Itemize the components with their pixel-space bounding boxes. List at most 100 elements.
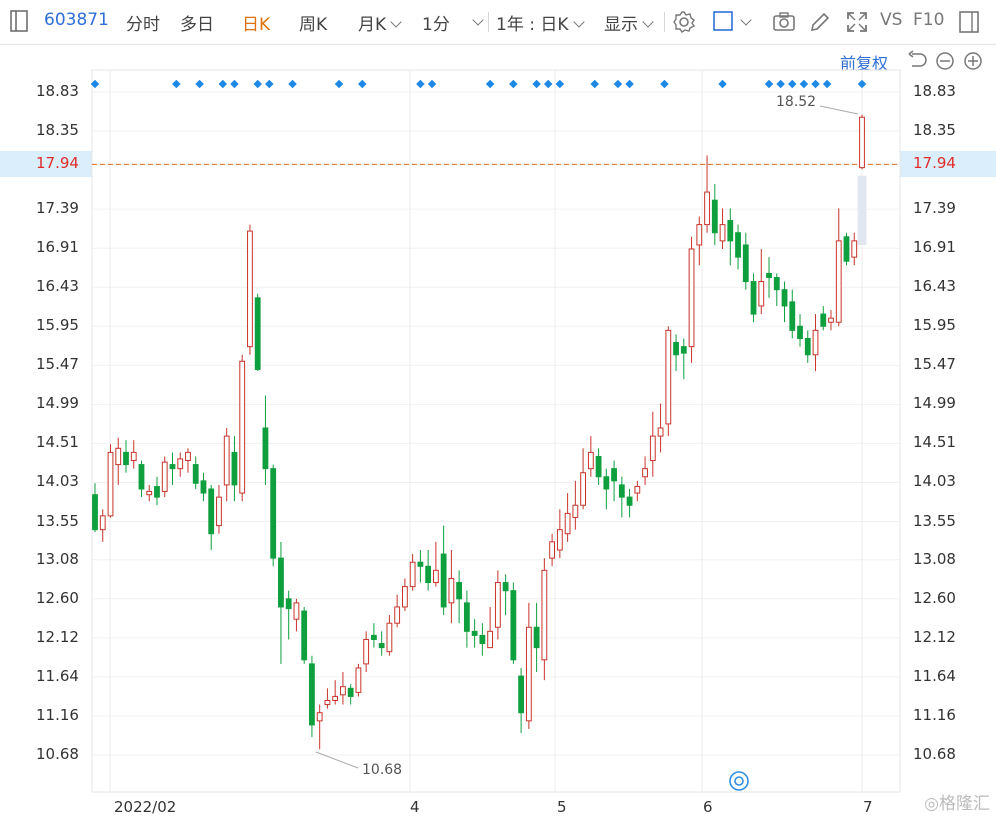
candle-body [704,191,710,226]
candle-body [270,468,277,559]
candle-body [278,557,284,608]
candle-body [247,230,253,348]
y-tick-label: 18.35 [36,121,79,140]
candle-body [673,342,679,356]
candle-body [835,240,842,323]
candle-body [649,435,656,462]
event-marker [532,79,541,89]
candle-body [680,346,687,354]
candle-body [417,561,424,567]
y-tick-label: 17.39 [913,199,956,218]
y-tick-label: 14.99 [36,394,79,413]
candle-body [309,663,315,726]
low-price-label: 10.68 [362,762,403,778]
candle-body [355,667,362,693]
event-marker [416,79,425,89]
candle-body [518,675,525,714]
high-leader-line [819,105,859,115]
candle-body [285,598,292,610]
candle-body [494,582,501,628]
candle-body [766,272,772,278]
y-tick-label: 15.47 [36,355,79,374]
y-tick-label: 14.51 [913,433,956,452]
candle-body [618,484,625,498]
candle-body [603,476,610,490]
y-tick-label: 18.83 [913,82,956,100]
chart-frame [91,69,901,793]
candle-body [146,490,153,496]
x-tick-label: 7 [863,798,873,816]
candle-body [742,244,749,283]
candle-body [611,468,617,482]
candle-body [363,638,370,665]
candle-body [123,451,129,466]
candle-body [208,488,215,535]
candle-body [665,329,672,425]
candle-body [471,630,478,636]
candle-body [115,447,122,466]
event-marker [811,79,820,89]
event-marker [776,79,785,89]
y-tick-label: 17.39 [36,199,79,218]
candle-body [200,480,207,494]
candle-body [448,577,455,604]
candle-body [696,224,703,246]
y-tick-label: 11.16 [36,705,79,724]
y-tick-label: 11.64 [36,666,79,685]
event-marker [265,79,274,89]
candle-body [394,606,401,624]
kline-chart[interactable] [0,0,996,822]
candle-body [185,451,191,462]
candle-body [549,541,556,559]
candle-body [386,622,393,653]
candle-body [332,695,339,701]
y-tick-label: 17.94 [36,154,79,173]
y-tick-label: 13.08 [36,549,79,568]
candle-body [812,329,819,356]
event-marker [718,79,727,89]
event-marker [822,79,832,89]
candle-body [657,427,664,437]
candle-body [580,472,586,506]
candle-body [572,504,579,518]
candle-body [525,626,532,722]
candle-body [750,281,757,315]
candle-body [735,232,741,258]
candle-body [456,582,463,600]
candle-body [711,199,718,234]
y-tick-label: 15.95 [36,316,79,335]
y-tick-label: 10.68 [36,745,79,763]
event-marker [218,79,228,89]
candle-body [487,630,494,649]
event-marker [427,79,437,89]
y-tick-label: 11.16 [913,705,956,724]
y-tick-label: 11.64 [913,666,956,685]
watermark-logo: ◎格隆汇 [924,794,990,814]
candle-body [851,240,858,258]
candle-body [293,602,300,620]
y-tick-label: 15.47 [913,355,956,374]
at-sign-icon[interactable] [728,770,750,792]
candle-body [324,699,331,706]
x-tick-label: 6 [703,798,713,816]
candle-body [797,325,803,339]
candle-body [719,224,726,242]
candle-body [595,455,602,478]
candle-body [192,464,199,484]
y-tick-label: 16.91 [913,238,956,257]
y-tick-label: 16.43 [913,277,956,296]
candle-body [138,464,145,490]
candle-body [239,360,246,494]
y-tick-label: 14.03 [36,472,79,491]
event-marker [485,79,495,89]
candle-body [347,687,354,697]
y-tick-label: 14.03 [913,472,956,491]
y-tick-label: 16.91 [36,238,79,257]
event-marker [230,79,239,89]
last-candle-shadow [857,175,867,245]
candle-body [828,317,834,323]
y-tick-label: 12.12 [913,627,956,646]
y-tick-label: 14.51 [36,433,79,452]
event-marker [857,79,867,89]
event-marker [509,79,518,89]
